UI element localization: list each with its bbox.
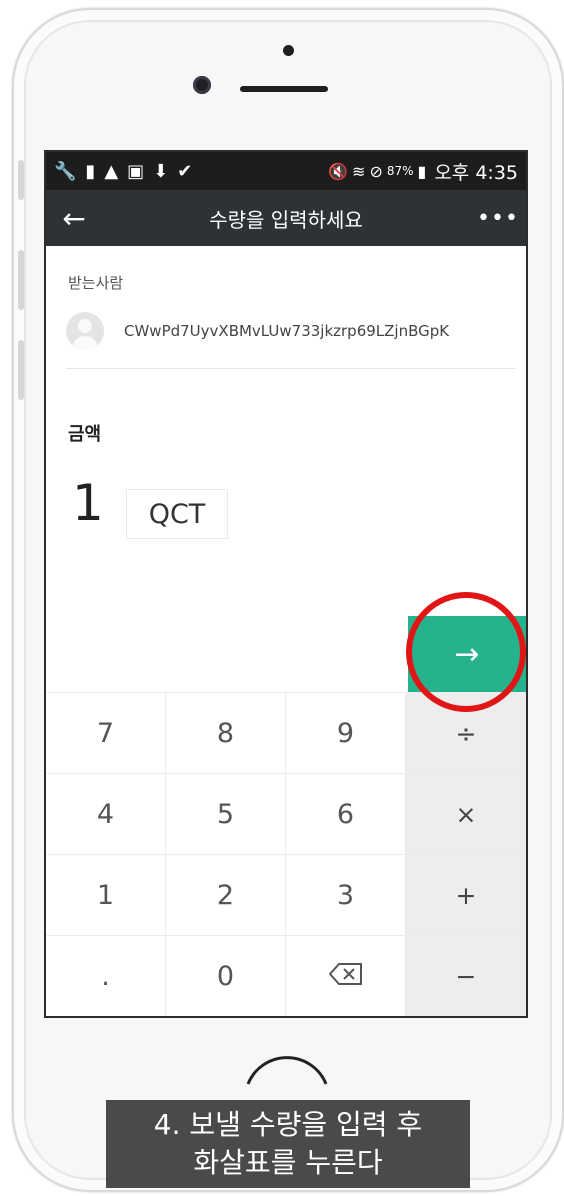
phone-screen: 🔧 ▮ ▲ ▣ ⬇ ✔ 🔇 ≋ ⊘ 87% ▮ 오후 4:35 ← 수량을 입력… [44,150,528,1018]
front-camera [193,76,211,94]
more-options-icon[interactable]: ••• [470,206,526,231]
system-icons: 🔇 ≋ ⊘ 87% ▮ 오후 4:35 [328,158,518,185]
volume-down-button [18,250,24,310]
key-2[interactable]: 2 [166,855,286,936]
currency-unit-selector[interactable]: QCT [126,489,228,539]
key-9[interactable]: 9 [286,693,406,774]
key-6[interactable]: 6 [286,774,406,855]
caption-line-1: 4. 보낼 수량을 입력 후 [153,1108,423,1141]
key-5[interactable]: 5 [166,774,286,855]
numeric-keypad: 7 8 9 ÷ 4 5 6 × 1 2 3 + . 0 − [46,692,526,1016]
amount-input[interactable]: 1 [72,474,104,532]
check-icon: ✔ [177,160,193,182]
download-icon: ⬇ [153,160,169,182]
amount-label: 금액 [68,424,102,445]
key-1[interactable]: 1 [46,855,166,936]
volume-up-button [18,160,24,200]
image-icon: ▣ [127,160,145,182]
warning-icon: ▲ [104,160,119,182]
key-3[interactable]: 3 [286,855,406,936]
wifi-icon: ≋ [352,161,366,181]
status-bar: 🔧 ▮ ▲ ▣ ⬇ ✔ 🔇 ≋ ⊘ 87% ▮ 오후 4:35 [46,152,526,190]
caption-line-2: 화살표를 누른다 [193,1146,383,1179]
sensor-dot [283,45,294,56]
clock: 오후 4:35 [434,161,518,184]
app-toolbar: ← 수량을 입력하세요 ••• [46,190,526,246]
avatar [66,312,104,350]
battery-percent: 87% [386,164,414,178]
blocked-icon: ⊘ [369,161,383,181]
earpiece-speaker [240,86,328,92]
mute-icon: 🔇 [328,161,349,181]
notification-icons: 🔧 ▮ ▲ ▣ ⬇ ✔ [54,161,192,182]
key-7[interactable]: 7 [46,693,166,774]
recipient-label: 받는사람 [68,274,124,292]
battery-icon: ▮ [417,161,427,181]
divider [66,368,516,369]
key-backspace[interactable] [286,936,406,1016]
highlight-circle [406,592,526,712]
key-plus[interactable]: + [406,855,526,936]
key-multiply[interactable]: × [406,774,526,855]
recipient-address: CWwPd7UyvXBMvLUw733jkzrp69LZjnBGpK [124,322,450,340]
phone-icon: ▮ [85,160,96,182]
recipient-row[interactable]: CWwPd7UyvXBMvLUw733jkzrp69LZjnBGpK [66,312,449,350]
key-decimal[interactable]: . [46,936,166,1016]
back-arrow-icon[interactable]: ← [46,202,102,235]
backspace-icon [328,961,363,992]
wrench-icon: 🔧 [54,160,77,182]
mute-switch [18,340,24,400]
key-4[interactable]: 4 [46,774,166,855]
key-8[interactable]: 8 [166,693,286,774]
key-0[interactable]: 0 [166,936,286,1016]
key-minus[interactable]: − [406,936,526,1016]
page-title: 수량을 입력하세요 [209,207,363,232]
instruction-caption: 4. 보낼 수량을 입력 후 화살표를 누른다 [106,1100,470,1188]
